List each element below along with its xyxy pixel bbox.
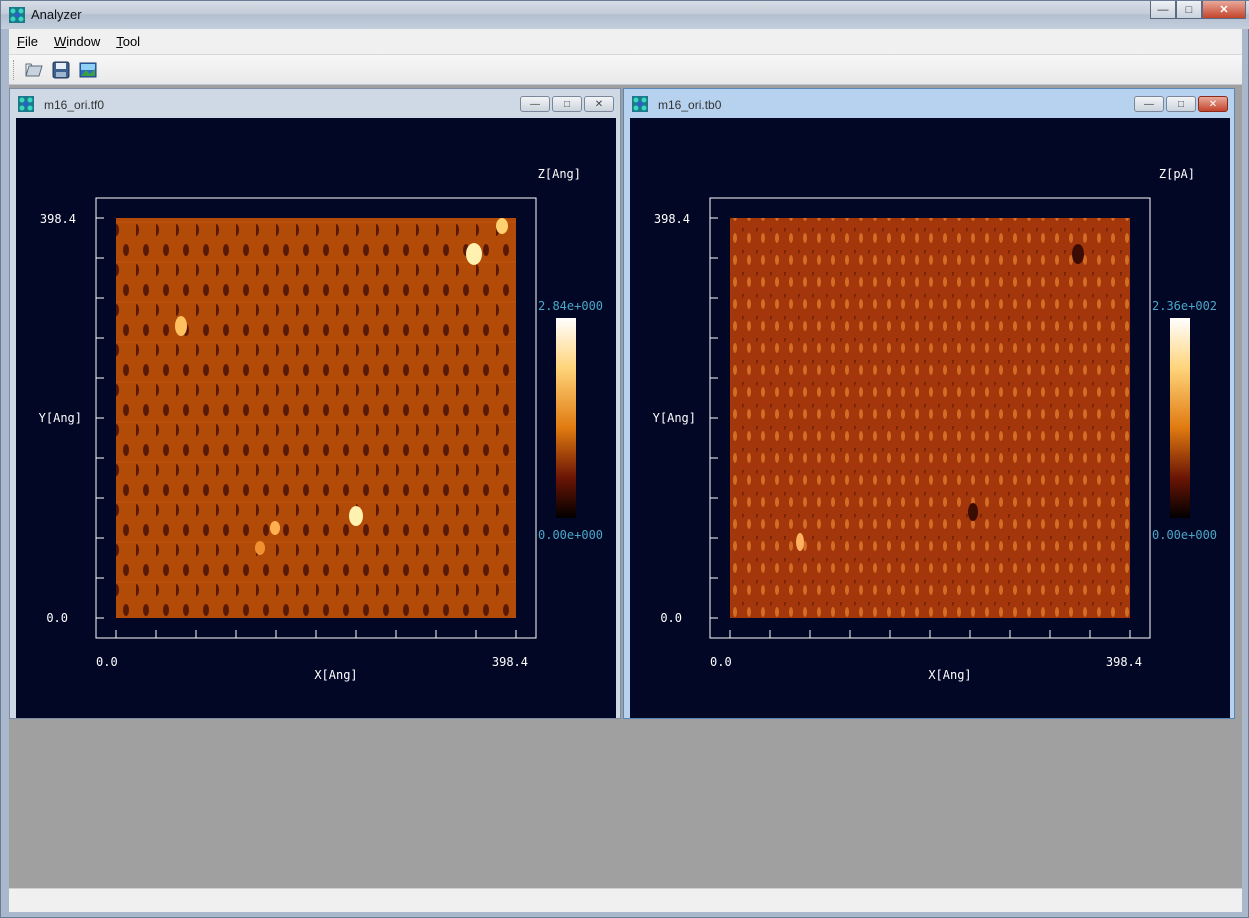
- close-button[interactable]: ✕: [1202, 1, 1246, 19]
- child-window-controls: — □ ✕: [520, 96, 614, 112]
- child-minimize-button[interactable]: —: [520, 96, 550, 112]
- toolbar: [9, 55, 1242, 85]
- maximize-icon: □: [563, 98, 571, 110]
- stm-plot: Z[pA] Y[Ang] X[Ang] 398.4 0.0 0.0 398.4 2.36e+0…: [653, 167, 1217, 682]
- menu-tool-label: ool: [122, 34, 141, 49]
- menu-window[interactable]: Window: [46, 34, 108, 49]
- surface-feature: [796, 533, 804, 551]
- y-max-tick-label: 398.4: [40, 212, 76, 226]
- colorbar: [556, 318, 576, 518]
- x-max-tick-label: 398.4: [1106, 655, 1142, 669]
- menu-file[interactable]: File: [9, 34, 46, 49]
- minimize-icon: —: [1144, 98, 1154, 110]
- app-icon: [9, 7, 25, 23]
- app-title: Analyzer: [31, 7, 82, 22]
- toolbar-grip[interactable]: [13, 59, 17, 80]
- open-icon: [25, 63, 43, 76]
- plot-area: Z[Ang] Y[Ang] X[Ang] 398.4 0.0 0.0 398.4 2.84e+…: [16, 118, 616, 718]
- window-controls: — □ ✕: [1150, 1, 1246, 19]
- colorbar-max-label: 2.84e+000: [538, 299, 603, 313]
- stm-image: [116, 218, 516, 618]
- save-icon: [52, 61, 70, 78]
- mdi-workspace: m16_ori.tf0 — □ ✕ Z[Ang] Y[Ang] X[Ang] 398.…: [9, 85, 1242, 888]
- child-title-bar[interactable]: m16_ori.tf0 — □ ✕: [10, 89, 620, 115]
- colorbar-min-label: 0.00e+000: [538, 528, 603, 542]
- child-window-tb0[interactable]: m16_ori.tb0 — □ ✕ Z[pA] Y[Ang] X[Ang] 398.4…: [623, 88, 1235, 719]
- minimize-button[interactable]: —: [1150, 1, 1176, 19]
- menu-file-label: ile: [24, 34, 38, 49]
- child-title-bar[interactable]: m16_ori.tb0 — □ ✕: [624, 89, 1234, 115]
- close-icon: ✕: [1219, 4, 1229, 16]
- child-maximize-button[interactable]: □: [1166, 96, 1196, 112]
- y-axis-label: Y[Ang]: [39, 411, 82, 425]
- title-bar[interactable]: Analyzer — □ ✕: [1, 1, 1249, 29]
- document-icon: [632, 96, 648, 112]
- child-minimize-button[interactable]: —: [1134, 96, 1164, 112]
- x-axis-label: X[Ang]: [314, 668, 357, 682]
- minimize-icon: —: [530, 98, 540, 110]
- y-min-tick-label: 0.0: [660, 611, 682, 625]
- surface-feature: [1072, 244, 1084, 264]
- y-axis-label: Y[Ang]: [653, 411, 696, 425]
- stm-plot: Z[Ang] Y[Ang] X[Ang] 398.4 0.0 0.0 398.4 2.84e+…: [39, 167, 603, 682]
- colorbar-max-label: 2.36e+002: [1152, 299, 1217, 313]
- save-button[interactable]: [50, 59, 72, 81]
- child-close-button[interactable]: ✕: [1198, 96, 1228, 112]
- y-max-tick-label: 398.4: [654, 212, 690, 226]
- x-axis-label: X[Ang]: [928, 668, 971, 682]
- menu-file-mnemonic: F: [17, 34, 25, 49]
- child-window-title: m16_ori.tb0: [658, 98, 722, 112]
- child-window-tf0[interactable]: m16_ori.tf0 — □ ✕ Z[Ang] Y[Ang] X[Ang] 398.…: [9, 88, 621, 719]
- surface-feature: [496, 218, 508, 234]
- surface-feature: [175, 316, 187, 336]
- menu-tool[interactable]: Tool: [108, 34, 148, 49]
- minimize-icon: —: [1157, 3, 1169, 16]
- x-max-tick-label: 398.4: [492, 655, 528, 669]
- surface-feature: [349, 506, 363, 526]
- child-maximize-button[interactable]: □: [552, 96, 582, 112]
- export-image-button[interactable]: [77, 59, 99, 81]
- x-min-tick-label: 0.0: [710, 655, 732, 669]
- maximize-button[interactable]: □: [1176, 1, 1202, 19]
- plot-area: Z[pA] Y[Ang] X[Ang] 398.4 0.0 0.0 398.4 2.36e+0…: [630, 118, 1230, 718]
- maximize-icon: □: [1185, 3, 1193, 16]
- maximize-icon: □: [1177, 98, 1185, 110]
- child-close-button[interactable]: ✕: [584, 96, 614, 112]
- menu-window-mnemonic: W: [53, 34, 67, 49]
- z-axis-label: Z[pA]: [1159, 167, 1195, 181]
- open-button[interactable]: [23, 59, 45, 81]
- child-window-controls: — □ ✕: [1134, 96, 1228, 112]
- colorbar: [1170, 318, 1190, 518]
- image-icon: [79, 62, 97, 77]
- x-min-tick-label: 0.0: [96, 655, 118, 669]
- colorbar-min-label: 0.00e+000: [1152, 528, 1217, 542]
- stm-image: [730, 218, 1130, 618]
- y-min-tick-label: 0.0: [46, 611, 68, 625]
- status-bar: [9, 888, 1242, 912]
- surface-feature: [968, 503, 978, 521]
- surface-feature: [270, 521, 280, 535]
- menu-window-label: indow: [66, 34, 101, 49]
- child-window-title: m16_ori.tf0: [44, 98, 105, 112]
- analyzer-main-window: Analyzer — □ ✕ File Window Tool m16_ori.…: [0, 0, 1249, 918]
- close-icon: ✕: [594, 98, 604, 110]
- document-icon: [18, 96, 34, 112]
- close-icon: ✕: [1208, 98, 1218, 110]
- surface-feature: [255, 541, 265, 555]
- surface-feature: [466, 243, 482, 265]
- z-axis-label: Z[Ang]: [538, 167, 581, 181]
- menu-bar: File Window Tool: [9, 29, 1242, 55]
